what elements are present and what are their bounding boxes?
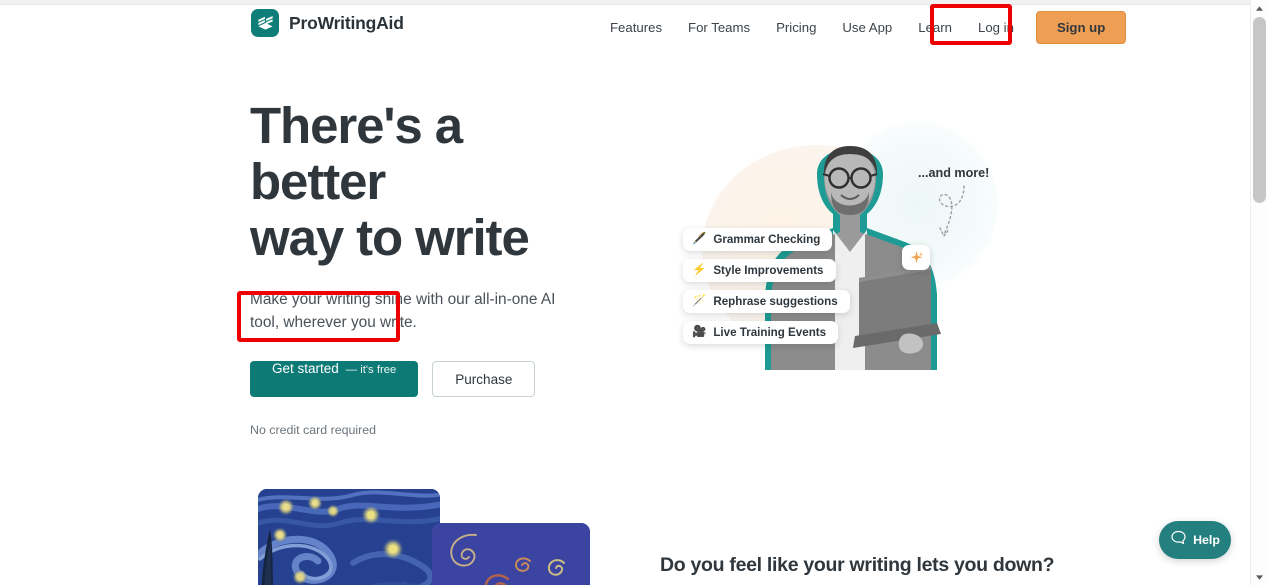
open-book-icon <box>251 9 279 37</box>
magic-wand-icon: 🪄 <box>692 294 707 307</box>
purchase-button[interactable]: Purchase <box>432 361 536 397</box>
nav-link-features[interactable]: Features <box>597 14 675 41</box>
feature-chip-label: Rephrase suggestions <box>713 295 838 308</box>
feature-chip-list: 🖋️ Grammar Checking ⚡ Style Improvements… <box>683 228 850 344</box>
hero-actions: Get started — it's free Purchase <box>250 361 610 397</box>
chat-bubble-icon <box>1170 529 1187 551</box>
brand-name: ProWritingAid <box>289 12 404 33</box>
get-started-label: Get started <box>272 361 339 376</box>
feature-chip-grammar-checking[interactable]: 🖋️ Grammar Checking <box>683 228 833 251</box>
feature-chip-label: Grammar Checking <box>713 233 821 246</box>
no-credit-card-note: No credit card required <box>250 423 377 437</box>
help-widget-button[interactable]: Help <box>1159 521 1231 559</box>
sparkle-icon <box>902 245 930 270</box>
section-heading: Do you feel like your writing lets you d… <box>660 554 1055 576</box>
scrollbar-thumb[interactable] <box>1253 17 1266 203</box>
dotted-arrow-icon <box>938 185 965 238</box>
page-title: There's a better way to write <box>250 98 610 266</box>
page-viewport: ProWritingAid Features For Teams Pricing… <box>0 5 1250 585</box>
hero-subtitle: Make your writing shine with our all-in-… <box>250 291 556 331</box>
nav-link-use-app[interactable]: Use App <box>829 14 905 41</box>
feature-chip-live-training-events[interactable]: 🎥 Live Training Events <box>683 321 839 344</box>
feature-chip-label: Live Training Events <box>713 326 827 339</box>
scroll-up-button[interactable] <box>1251 0 1267 16</box>
get-started-free-note: — it's free <box>345 364 397 376</box>
hero-title-line-2: way to write <box>250 209 530 266</box>
nav-link-pricing[interactable]: Pricing <box>763 14 829 41</box>
main-navigation: Features For Teams Pricing Use App Learn… <box>597 5 1127 50</box>
feature-chip-rephrase-suggestions[interactable]: 🪄 Rephrase suggestions <box>683 290 850 313</box>
browser-page: ProWritingAid Features For Teams Pricing… <box>0 0 1267 585</box>
brand-logo[interactable]: ProWritingAid <box>251 9 404 37</box>
get-started-button[interactable]: Get started — it's free <box>250 361 419 397</box>
hero-illustration: 🖋️ Grammar Checking ⚡ Style Improvements… <box>650 100 1050 375</box>
help-label: Help <box>1193 533 1220 547</box>
hero-copy: There's a better way to write Make your … <box>250 98 610 437</box>
feature-chip-style-improvements[interactable]: ⚡ Style Improvements <box>683 259 836 282</box>
nav-link-learn[interactable]: Learn <box>905 14 965 41</box>
starry-night-image <box>258 489 440 585</box>
hero-title-line-1: There's a better <box>250 97 463 210</box>
and-more-label: ...and more! <box>918 166 990 180</box>
site-header: ProWritingAid Features For Teams Pricing… <box>0 5 1250 50</box>
feature-chip-label: Style Improvements <box>713 264 824 277</box>
quill-pen-icon: 🖋️ <box>692 232 707 245</box>
scroll-down-button[interactable] <box>1251 569 1267 585</box>
lightning-bolt-icon: ⚡ <box>692 263 707 276</box>
nav-link-log-in[interactable]: Log in <box>965 14 1027 41</box>
page-scrollbar[interactable] <box>1250 0 1267 585</box>
sign-up-button[interactable]: Sign up <box>1035 11 1127 44</box>
blue-doodle-image <box>432 523 590 585</box>
nav-link-for-teams[interactable]: For Teams <box>675 14 763 41</box>
movie-camera-icon: 🎥 <box>692 325 707 338</box>
